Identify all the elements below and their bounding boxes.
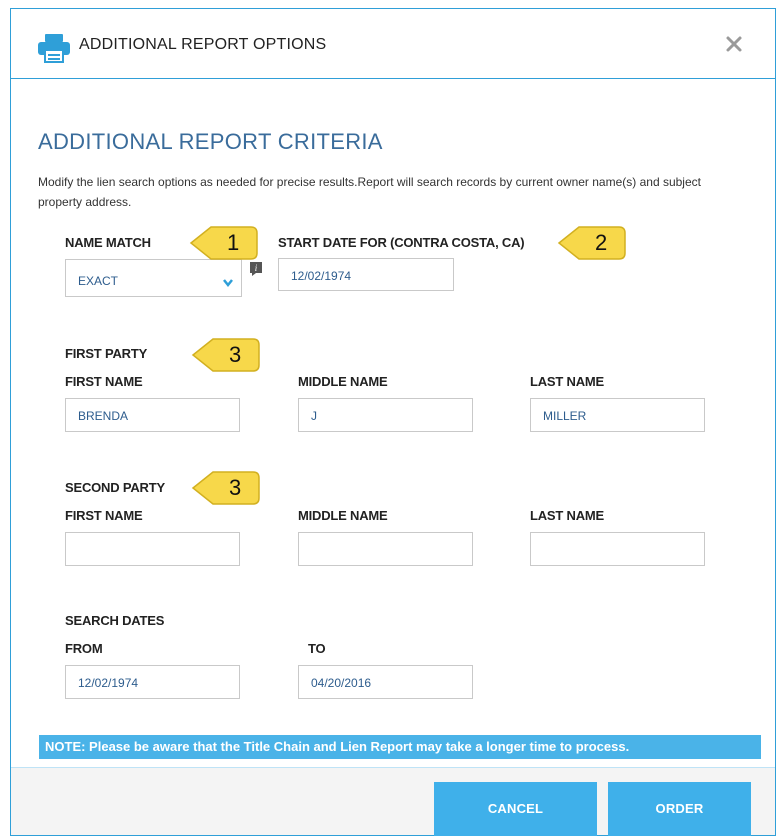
close-icon[interactable] <box>725 35 743 53</box>
second-party-last-name-input[interactable] <box>530 532 705 566</box>
start-date-value: 12/02/1974 <box>291 269 352 283</box>
processing-note: NOTE: Please be aware that the Title Cha… <box>39 735 761 759</box>
first-party-last-name-value: MILLER <box>543 409 587 423</box>
printer-icon <box>37 33 71 63</box>
info-icon[interactable]: i <box>249 261 263 277</box>
callout-3b-number: 3 <box>229 475 242 500</box>
second-party-middle-name-input[interactable] <box>298 532 473 566</box>
callout-3a-number: 3 <box>229 342 242 367</box>
search-from-value: 12/02/1974 <box>78 676 139 690</box>
second-party-title: SECOND PARTY <box>65 480 165 495</box>
callout-2: 2 <box>557 223 627 263</box>
report-options-dialog: ADDITIONAL REPORT OPTIONS ADDITIONAL REP… <box>10 8 776 836</box>
first-party-middle-name-value: J <box>311 409 317 423</box>
cancel-button[interactable]: CANCEL <box>434 782 597 836</box>
start-date-label: START DATE FOR (CONTRA COSTA, CA) <box>278 235 525 250</box>
second-party-middle-name-label: MIDDLE NAME <box>298 508 388 523</box>
search-from-label: FROM <box>65 641 103 656</box>
second-party-first-name-label: FIRST NAME <box>65 508 143 523</box>
dialog-title: ADDITIONAL REPORT OPTIONS <box>79 36 327 53</box>
first-party-first-name-label: FIRST NAME <box>65 374 143 389</box>
callout-1: 1 <box>189 223 259 263</box>
search-dates-title: SEARCH DATES <box>65 613 165 628</box>
search-from-input[interactable]: 12/02/1974 <box>65 665 240 699</box>
callout-3-second-party: 3 <box>191 468 261 508</box>
dialog-footer: CANCEL ORDER <box>11 767 775 836</box>
start-date-input[interactable]: 12/02/1974 <box>278 258 454 291</box>
search-to-input[interactable]: 04/20/2016 <box>298 665 473 699</box>
name-match-value: EXACT <box>78 274 119 288</box>
search-to-label: TO <box>308 641 326 656</box>
callout-3-first-party: 3 <box>191 335 261 375</box>
first-party-title: FIRST PARTY <box>65 346 148 361</box>
first-party-first-name-value: BRENDA <box>78 409 129 423</box>
first-party-last-name-input[interactable]: MILLER <box>530 398 705 432</box>
dialog-header: ADDITIONAL REPORT OPTIONS <box>11 9 775 79</box>
first-party-first-name-input[interactable]: BRENDA <box>65 398 240 432</box>
search-to-value: 04/20/2016 <box>311 676 372 690</box>
second-party-first-name-input[interactable] <box>65 532 240 566</box>
name-match-label: NAME MATCH <box>65 235 151 250</box>
name-match-dropdown[interactable]: EXACT <box>65 259 242 297</box>
second-party-last-name-label: LAST NAME <box>530 508 605 523</box>
callout-2-number: 2 <box>595 230 608 255</box>
order-button[interactable]: ORDER <box>608 782 751 836</box>
chevron-down-icon <box>223 276 233 288</box>
callout-1-number: 1 <box>227 230 240 255</box>
first-party-middle-name-input[interactable]: J <box>298 398 473 432</box>
first-party-last-name-label: LAST NAME <box>530 374 605 389</box>
section-description: Modify the lien search options as needed… <box>38 175 701 209</box>
section-title: ADDITIONAL REPORT CRITERIA <box>38 129 383 154</box>
first-party-middle-name-label: MIDDLE NAME <box>298 374 388 389</box>
